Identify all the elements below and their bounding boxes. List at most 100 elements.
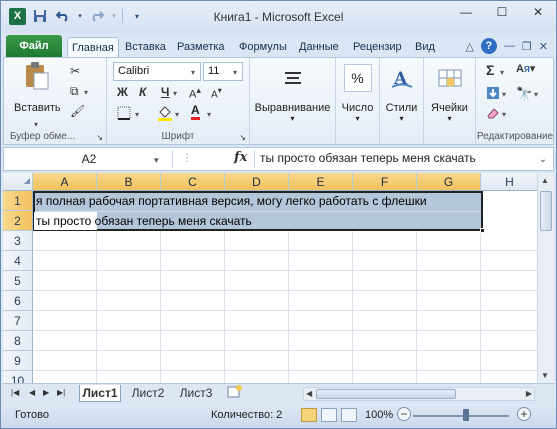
column-header-b[interactable]: B [97,173,161,191]
next-sheet-icon[interactable]: ▶ [43,388,49,397]
cut-icon[interactable]: ✂ [70,64,80,78]
sheet-tab-3[interactable]: Лист3 [175,385,217,402]
scroll-up-icon[interactable]: ▲ [541,176,549,185]
workbook-minimize-icon[interactable]: — [504,40,515,52]
tab-file[interactable]: Файл [6,35,62,57]
scroll-left-icon[interactable]: ◀ [306,389,312,398]
name-box-dropdown-icon[interactable]: ▾ [154,155,159,166]
clear-icon[interactable] [486,106,500,123]
zoom-slider-thumb[interactable] [463,409,469,421]
row-header-4[interactable]: 4 [3,251,33,271]
tab-review[interactable]: Рецензир [353,37,402,57]
autosum-icon[interactable]: Σ [486,62,494,78]
format-painter-icon[interactable]: 🖌 [70,104,85,118]
autosum-dropdown-icon[interactable]: ▾ [500,68,504,77]
horizontal-scrollbar[interactable]: ◀ ▶ [303,387,535,401]
row-header-8[interactable]: 8 [3,331,33,351]
zoom-in-icon[interactable]: + [517,407,531,421]
tab-data[interactable]: Данные [299,37,339,57]
vertical-scrollbar[interactable]: ▲ ▼ [537,173,554,383]
select-all-corner[interactable]: ◢ [3,173,33,191]
normal-view-icon[interactable] [301,408,317,422]
font-launcher-icon[interactable]: ↘ [239,133,246,142]
row-header-2[interactable]: 2 [3,211,33,231]
minimize-icon[interactable]: — [456,5,476,19]
alignment-button[interactable]: Выравнивание ▾ [250,64,335,123]
font-color-dropdown-icon[interactable]: ▾ [207,110,211,119]
copy-dropdown-icon[interactable]: ▾ [84,88,88,97]
tab-insert[interactable]: Вставка [125,37,166,57]
formula-input[interactable]: ты просто обязан теперь меня скачать [260,151,476,165]
row-header-6[interactable]: 6 [3,291,33,311]
font-size-dropdown-icon[interactable]: ▾ [233,68,237,77]
sheet-tab-1[interactable]: Лист1 [79,385,121,402]
cells-button[interactable]: Ячейки ▾ [424,64,475,123]
fill-handle[interactable] [480,228,485,233]
find-select-icon[interactable]: 🔭 [516,86,532,102]
close-icon[interactable]: ✕ [528,5,548,19]
cell-a2[interactable]: ты просто обязан теперь меня скачать [36,211,252,231]
expand-formula-bar-icon[interactable]: ⌄ [539,154,547,165]
bold-button[interactable]: Ж [117,85,128,99]
italic-button[interactable]: К [139,85,146,99]
first-sheet-icon[interactable]: |◀ [11,388,19,397]
tab-view[interactable]: Вид [415,37,435,57]
sort-filter-icon[interactable]: AЯ▾ [516,62,535,75]
page-break-view-icon[interactable] [341,408,357,422]
column-header-a[interactable]: A [33,173,97,191]
number-button[interactable]: % Число ▾ [336,64,379,123]
grow-font-icon[interactable]: A▴ [189,85,201,101]
row-header-7[interactable]: 7 [3,311,33,331]
underline-dropdown-icon[interactable]: ▾ [173,89,177,98]
scroll-right-icon[interactable]: ▶ [526,389,532,398]
row-header-5[interactable]: 5 [3,271,33,291]
cell-a1[interactable]: я полная рабочая портативная версия, мог… [36,191,427,211]
zoom-level[interactable]: 100% [365,409,393,421]
column-header-e[interactable]: E [289,173,353,191]
page-layout-view-icon[interactable] [321,408,337,422]
clear-dropdown-icon[interactable]: ▾ [502,110,506,119]
maximize-icon[interactable]: ☐ [492,5,512,19]
row-header-3[interactable]: 3 [3,231,33,251]
last-sheet-icon[interactable]: ▶| [57,388,65,397]
column-header-g[interactable]: G [417,173,481,191]
formula-bar-grip-icon[interactable]: ⋮ [182,153,192,165]
row-header-1[interactable]: 1 [3,191,33,211]
borders-icon[interactable] [117,106,131,123]
font-name-box[interactable]: Calibri [113,62,201,81]
row-header-9[interactable]: 9 [3,351,33,371]
insert-function-icon[interactable]: fx [234,150,247,165]
vertical-scroll-thumb[interactable] [540,191,552,231]
fill-color-icon[interactable] [157,104,173,125]
borders-dropdown-icon[interactable]: ▾ [135,110,139,119]
sheet-tab-2[interactable]: Лист2 [127,385,169,402]
prev-sheet-icon[interactable]: ◀ [29,388,35,397]
column-header-h[interactable]: H [481,173,539,191]
scroll-down-icon[interactable]: ▼ [541,371,549,380]
paste-button[interactable]: Вставить [14,62,61,114]
column-header-d[interactable]: D [225,173,289,191]
row-header-10[interactable]: 10 [3,371,33,383]
tab-page-layout[interactable]: Разметка [177,37,225,57]
insert-sheet-icon[interactable] [223,385,247,402]
tab-formulas[interactable]: Формулы [239,37,287,57]
copy-icon[interactable]: ⧉ [70,84,79,99]
column-header-f[interactable]: F [353,173,417,191]
clipboard-launcher-icon[interactable]: ↘ [96,133,103,142]
fill-dropdown-icon[interactable]: ▾ [502,90,506,99]
font-color-button[interactable]: A [191,103,200,120]
underline-button[interactable]: Ч [161,85,169,99]
fill-icon[interactable] [486,86,500,103]
shrink-font-icon[interactable]: A▾ [211,85,222,100]
zoom-slider-track[interactable] [413,415,509,417]
column-header-c[interactable]: C [161,173,225,191]
workbook-restore-icon[interactable]: ❐ [522,40,532,53]
styles-button[interactable]: A Стили ▾ [380,64,423,123]
horizontal-scroll-thumb[interactable] [316,389,456,399]
spreadsheet-grid[interactable]: ◢ A B C D E F G H 1 2 3 4 5 6 7 8 9 10 я… [3,173,554,383]
zoom-out-icon[interactable]: − [397,407,411,421]
minimize-ribbon-icon[interactable]: △ [465,40,473,53]
fill-color-dropdown-icon[interactable]: ▾ [175,110,179,119]
paste-dropdown-icon[interactable]: ▾ [34,120,38,129]
workbook-close-icon[interactable]: ✕ [539,40,548,53]
